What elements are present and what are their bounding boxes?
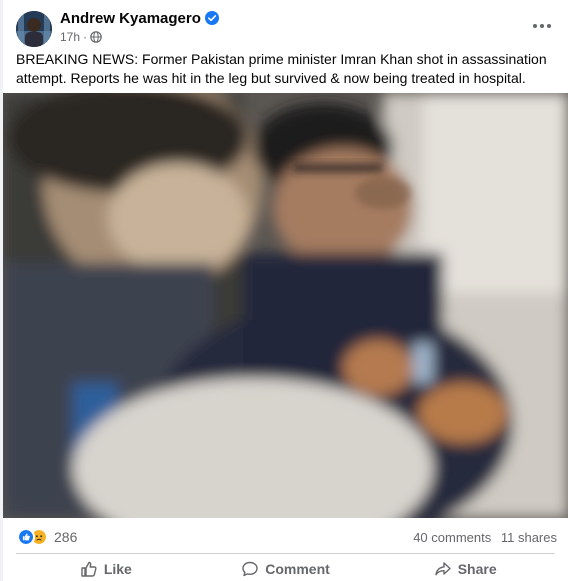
divider [16, 553, 555, 554]
reactions-count[interactable]: 286 [54, 529, 77, 545]
more-options-icon [533, 24, 551, 28]
author-name-text[interactable]: Andrew Kyamagero [60, 10, 201, 27]
reactions-summary[interactable]: 286 [17, 528, 77, 546]
comments-count[interactable]: 40 comments [413, 530, 491, 545]
comment-label: Comment [265, 560, 330, 577]
post-photo[interactable] [3, 93, 568, 518]
thumbs-up-icon [81, 561, 97, 577]
post-header: Andrew Kyamagero 17h · [3, 0, 568, 50]
author-name[interactable]: Andrew Kyamagero [60, 10, 219, 27]
share-button[interactable]: Share [375, 556, 555, 581]
post-meta: 17h · [60, 30, 102, 44]
comment-button[interactable]: Comment [196, 556, 376, 581]
shares-count[interactable]: 11 shares [501, 530, 557, 545]
globe-icon [90, 31, 102, 43]
like-label: Like [103, 560, 132, 577]
post-time[interactable]: 17h [60, 30, 80, 44]
avatar[interactable] [16, 11, 52, 47]
post-stats: 286 40 comments 11 shares [3, 519, 568, 555]
verified-badge-icon [204, 11, 219, 25]
engagement-counts: 40 comments 11 shares [407, 530, 557, 545]
more-options-button[interactable] [530, 14, 554, 38]
like-reaction-icon [17, 528, 35, 546]
comment-icon [242, 561, 258, 576]
share-label: Share [457, 560, 497, 577]
like-button[interactable]: Like [16, 556, 196, 581]
post-text: BREAKING NEWS: Former Pakistan prime min… [16, 51, 547, 86]
meta-separator: · [83, 30, 88, 44]
post-actions: Like Comment Share [16, 556, 555, 581]
share-icon [435, 561, 451, 575]
post-card: Andrew Kyamagero 17h · BREAKING NEWS: Fo… [3, 0, 568, 581]
